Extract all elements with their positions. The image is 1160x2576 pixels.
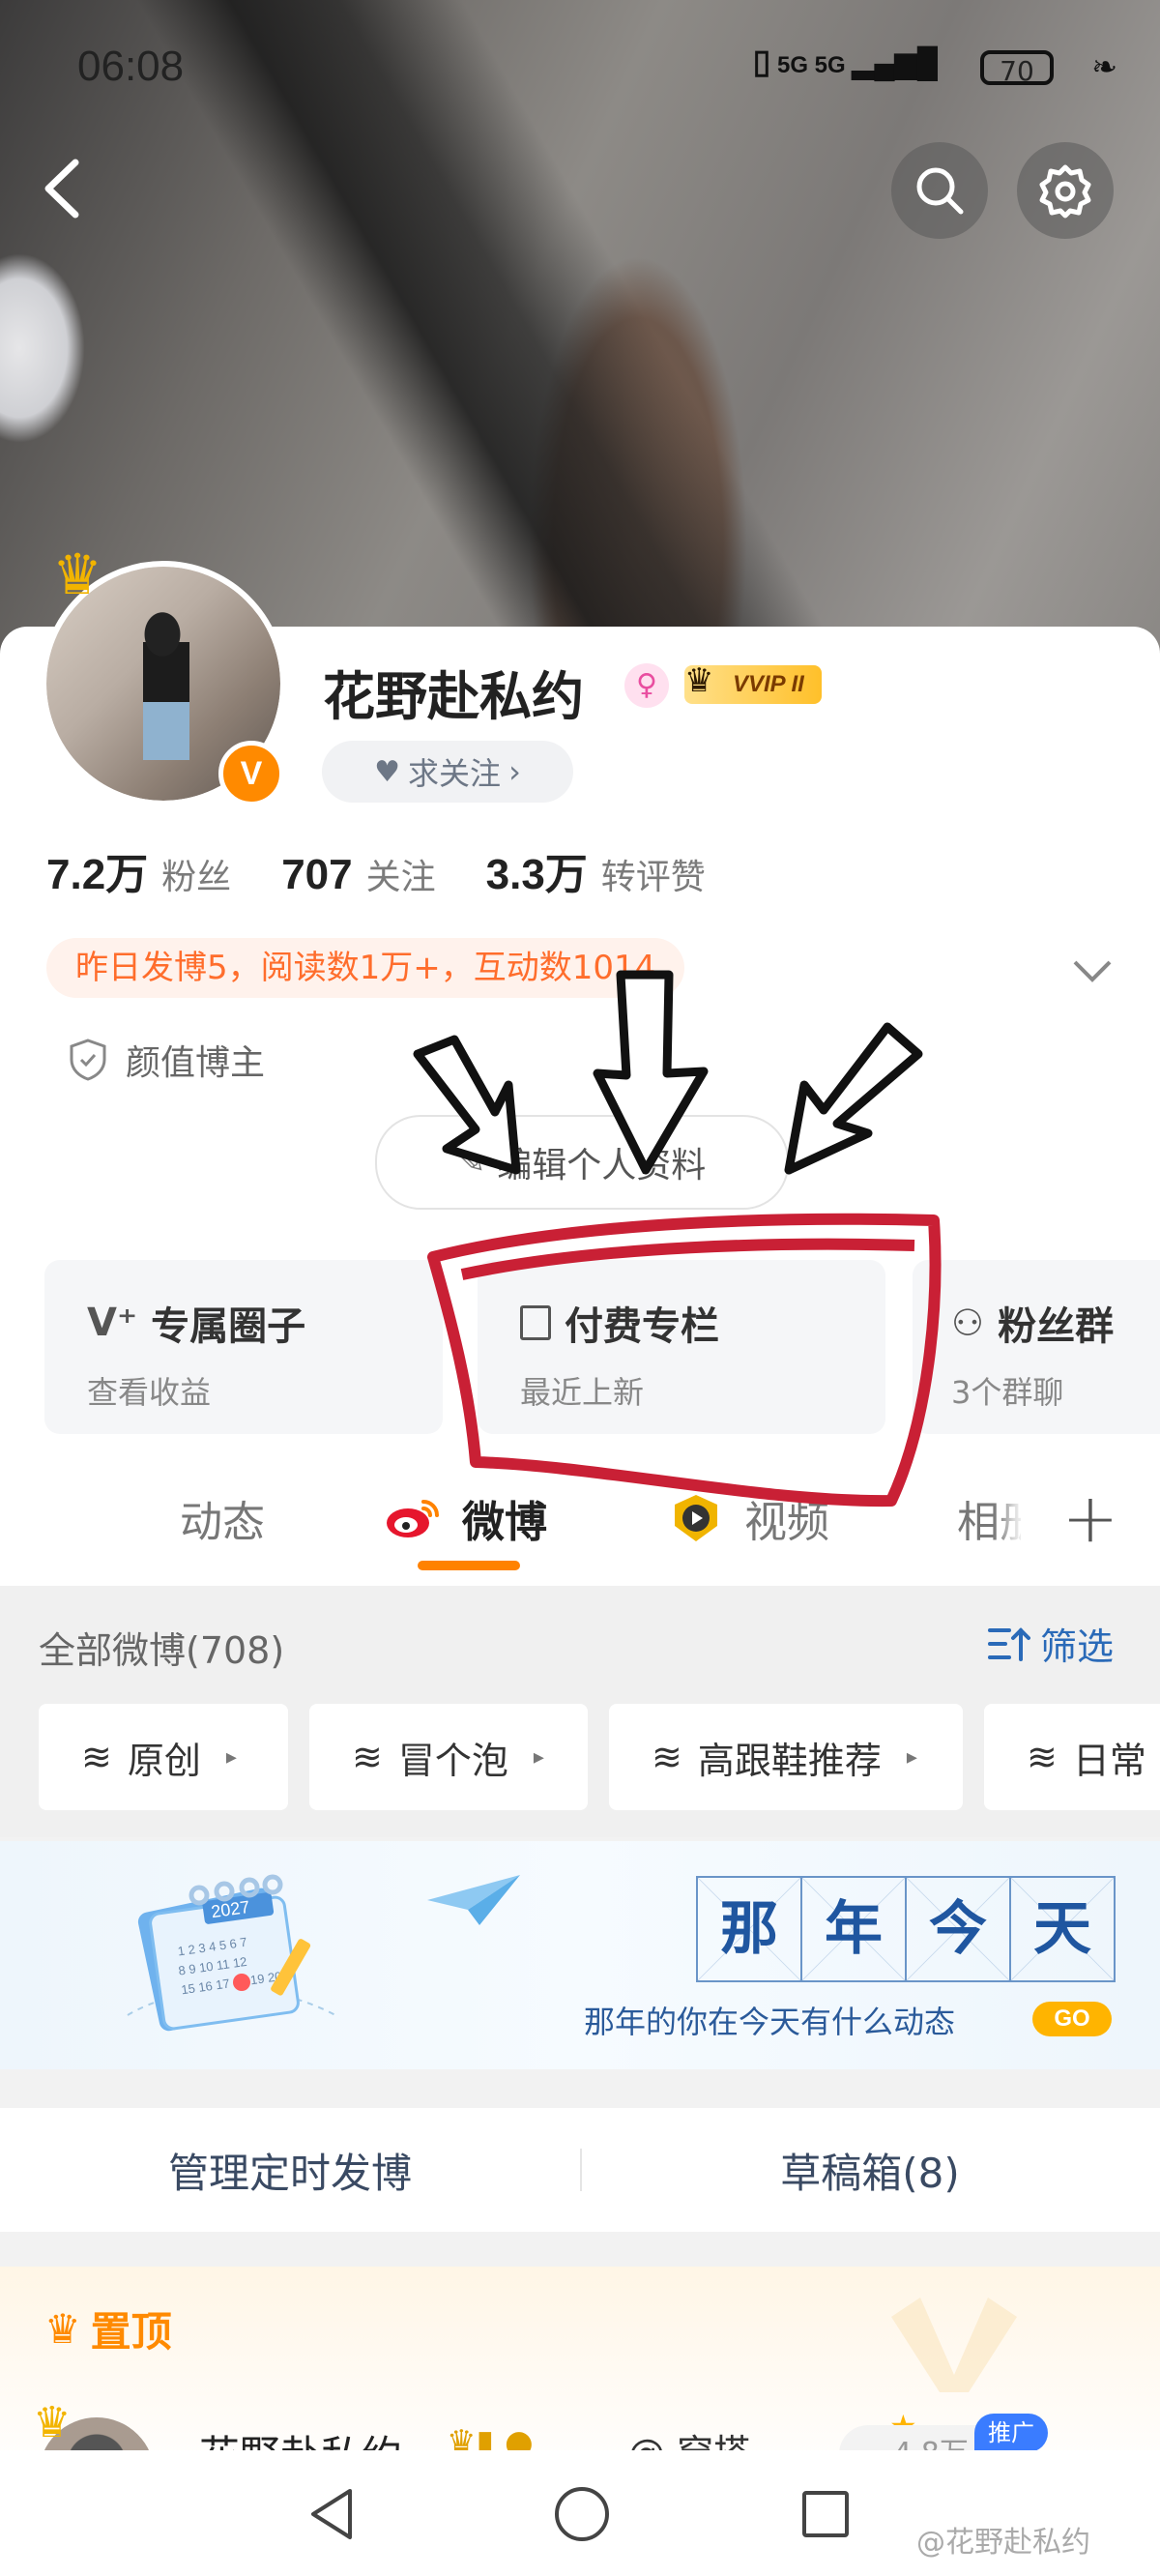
- sort-filter-icon: [988, 1626, 1030, 1661]
- layers-icon: ≋: [81, 1736, 112, 1778]
- crown-icon: ♛: [52, 542, 102, 607]
- chip-heels[interactable]: ≋ 高跟鞋推荐 ▸: [609, 1704, 963, 1810]
- bookmark-icon: [520, 1305, 551, 1340]
- circle-v-icon: V⁺: [87, 1301, 138, 1345]
- nav-back-icon[interactable]: [307, 2487, 356, 2541]
- layers-icon: ≋: [1027, 1736, 1058, 1778]
- caret-right-icon: ▸: [906, 1744, 917, 1770]
- edit-profile-button[interactable]: ✎ 编辑个人资料: [375, 1115, 789, 1210]
- gear-icon: [1039, 164, 1091, 219]
- search-button[interactable]: [891, 142, 988, 239]
- promoted-badge: 推广: [974, 2414, 1048, 2452]
- profile-tag[interactable]: 颜值博主: [68, 1035, 265, 1085]
- shield-icon: [70, 1039, 106, 1081]
- back-arrow-icon: [44, 159, 79, 219]
- pinned-label: ♛ 置顶: [44, 2305, 172, 2356]
- chip-original[interactable]: ≋ 原创 ▸: [39, 1704, 288, 1810]
- back-button[interactable]: [37, 155, 91, 222]
- nav-home-icon[interactable]: [555, 2487, 609, 2541]
- vibrate-icon: ▯: [752, 44, 771, 80]
- profile-stats: 7.2万 粉丝 707 关注 3.3万 转评赞: [46, 839, 706, 901]
- verified-badge: V: [218, 741, 284, 806]
- on-this-day-title: 那 年 今 天: [696, 1876, 1116, 1982]
- paper-plane-icon: [427, 1875, 520, 1925]
- exclusive-circle-card[interactable]: V⁺ 专属圈子 查看收益: [44, 1260, 443, 1434]
- chip-daily[interactable]: ≋ 日常: [984, 1704, 1160, 1810]
- follow-request-button[interactable]: ♥ 求关注 ›: [322, 741, 573, 803]
- layers-icon: ≋: [652, 1736, 682, 1778]
- vip-crown-icon: ♛: [684, 661, 714, 700]
- v-watermark-icon: [891, 2298, 1017, 2392]
- tab-dynamic[interactable]: 动态: [180, 1487, 265, 1549]
- tab-weibo[interactable]: 微博: [385, 1487, 547, 1549]
- stat-likes[interactable]: 3.3万 转评赞: [486, 839, 706, 901]
- fan-group-card[interactable]: ⚇ 粉丝群 3个群聊: [913, 1260, 1160, 1434]
- manage-scheduled-posts-button[interactable]: 管理定时发博: [0, 2108, 580, 2232]
- pin-crown-icon: ♛: [44, 2305, 81, 2353]
- yesterday-summary[interactable]: 昨日发博5，阅读数1万+，互动数1014: [46, 938, 685, 998]
- on-this-day-subtitle: 那年的你在今天有什么动态: [584, 2004, 956, 2040]
- drafts-button[interactable]: 草稿箱(8): [580, 2108, 1160, 2232]
- chevron-right-icon: ›: [508, 753, 521, 790]
- plus-icon: +: [1061, 1478, 1119, 1558]
- status-time: 06:08: [77, 43, 185, 90]
- crown-icon: ♛: [33, 2398, 72, 2447]
- watermark: @花野赴私约: [916, 2526, 1090, 2560]
- active-tab-indicator: [418, 1561, 520, 1570]
- weibo-logo-icon: [387, 1500, 439, 1537]
- status-bar: 06:08 ▯ 5G 5G ▂▄▆█ 70 ❧: [0, 0, 1160, 135]
- stat-fans[interactable]: 7.2万 粉丝: [46, 839, 231, 901]
- caret-right-icon: ▸: [225, 1744, 237, 1770]
- pencil-icon: ✎: [457, 1143, 486, 1182]
- people-icon: ⚇: [951, 1302, 985, 1344]
- heart-icon: ♥: [374, 754, 401, 789]
- go-button[interactable]: GO: [1032, 2002, 1112, 2036]
- settings-button[interactable]: [1017, 142, 1114, 239]
- nav-recents-icon[interactable]: [802, 2491, 849, 2537]
- tab-video[interactable]: 视频: [669, 1487, 829, 1549]
- add-tab-button[interactable]: +: [1021, 1450, 1160, 1586]
- signal-indicator: ▯ 5G 5G ▂▄▆█: [752, 44, 938, 80]
- calendar-illustration: 2027 1 2 3 4 5 6 78 9 10 11 1215 16 17 1…: [127, 1874, 336, 2032]
- caret-right-icon: ▸: [533, 1744, 544, 1770]
- layers-icon: ≋: [352, 1736, 383, 1778]
- battery-indicator: 70: [980, 50, 1054, 87]
- female-icon: ♀: [624, 663, 669, 708]
- chevron-down-icon[interactable]: [1071, 951, 1114, 994]
- all-posts-count[interactable]: 全部微博(708): [39, 1621, 284, 1674]
- filter-button[interactable]: 筛选: [988, 1617, 1114, 1670]
- stat-following[interactable]: 707 关注: [281, 849, 435, 899]
- leaf-icon: ❧: [1091, 48, 1117, 85]
- chip-bubble[interactable]: ≋ 冒个泡 ▸: [309, 1704, 588, 1810]
- paid-column-card[interactable]: 付费专栏 最近上新: [478, 1260, 885, 1434]
- username: 花野赴私约: [323, 666, 584, 727]
- video-icon: [675, 1495, 717, 1541]
- search-icon: [916, 167, 964, 215]
